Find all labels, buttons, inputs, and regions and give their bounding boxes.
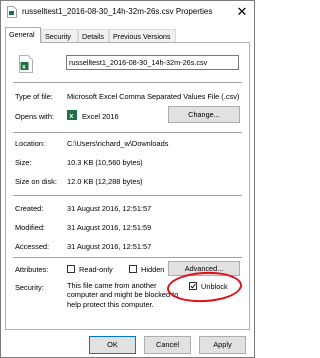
tab-general[interactable]: General bbox=[5, 27, 41, 43]
type-label: Type of file: bbox=[15, 92, 53, 101]
created-value: 31 August 2016, 12:51:57 bbox=[67, 204, 152, 213]
cancel-button[interactable]: Cancel bbox=[144, 336, 191, 354]
file-icon bbox=[7, 6, 17, 18]
title-bar: russelltest1_2016-08-30_14h-32m-26s.csv … bbox=[1, 1, 254, 24]
accessed-label: Accessed: bbox=[15, 242, 50, 251]
hidden-label: Hidden bbox=[141, 265, 165, 274]
opens-with-value: Excel 2016 bbox=[82, 112, 119, 121]
separator bbox=[13, 82, 242, 83]
excel-app-icon: x bbox=[67, 110, 77, 120]
readonly-checkbox[interactable] bbox=[67, 265, 75, 273]
accessed-value: 31 August 2016, 12:51:57 bbox=[67, 242, 152, 251]
change-button[interactable]: Change... bbox=[168, 106, 240, 123]
separator bbox=[13, 195, 242, 196]
properties-dialog: russelltest1_2016-08-30_14h-32m-26s.csv … bbox=[0, 0, 255, 358]
readonly-label: Read-only bbox=[79, 265, 113, 274]
attributes-label: Attributes: bbox=[15, 265, 49, 274]
type-value: Microsoft Excel Comma Separated Values F… bbox=[67, 92, 240, 101]
hidden-checkbox[interactable] bbox=[129, 265, 137, 273]
security-label: Security: bbox=[15, 283, 44, 292]
tab-details[interactable]: Details bbox=[78, 29, 109, 42]
separator bbox=[13, 132, 242, 133]
created-label: Created: bbox=[15, 204, 44, 213]
close-button[interactable]: ✕ bbox=[233, 4, 251, 20]
excel-file-icon: x bbox=[19, 55, 33, 73]
size-value: 10.3 KB (10,560 bytes) bbox=[67, 158, 143, 167]
general-panel: x russelltest1_2016-08-30_14h-32m-26s.cs… bbox=[5, 42, 250, 330]
opens-with-label: Opens with: bbox=[15, 112, 55, 121]
ok-button[interactable]: OK bbox=[89, 336, 136, 354]
tab-previous-versions[interactable]: Previous Versions bbox=[109, 29, 176, 42]
tab-security[interactable]: Security bbox=[41, 29, 78, 42]
svg-text:x: x bbox=[22, 64, 26, 71]
location-value: C:\Users\richard_w\Downloads bbox=[67, 139, 169, 148]
size-on-disk-label: Size on disk: bbox=[15, 177, 57, 186]
separator bbox=[13, 257, 242, 258]
apply-button[interactable]: Apply bbox=[199, 336, 246, 354]
size-on-disk-value: 12.0 KB (12,288 bytes) bbox=[67, 177, 143, 186]
filename-field[interactable]: russelltest1_2016-08-30_14h-32m-26s.csv bbox=[66, 55, 239, 70]
window-title: russelltest1_2016-08-30_14h-32m-26s.csv … bbox=[22, 7, 213, 16]
location-label: Location: bbox=[15, 139, 45, 148]
modified-value: 31 August 2016, 12:51:59 bbox=[67, 223, 152, 232]
modified-label: Modified: bbox=[15, 223, 45, 232]
size-label: Size: bbox=[15, 158, 32, 167]
security-message: This file came from another computer and… bbox=[67, 281, 179, 309]
